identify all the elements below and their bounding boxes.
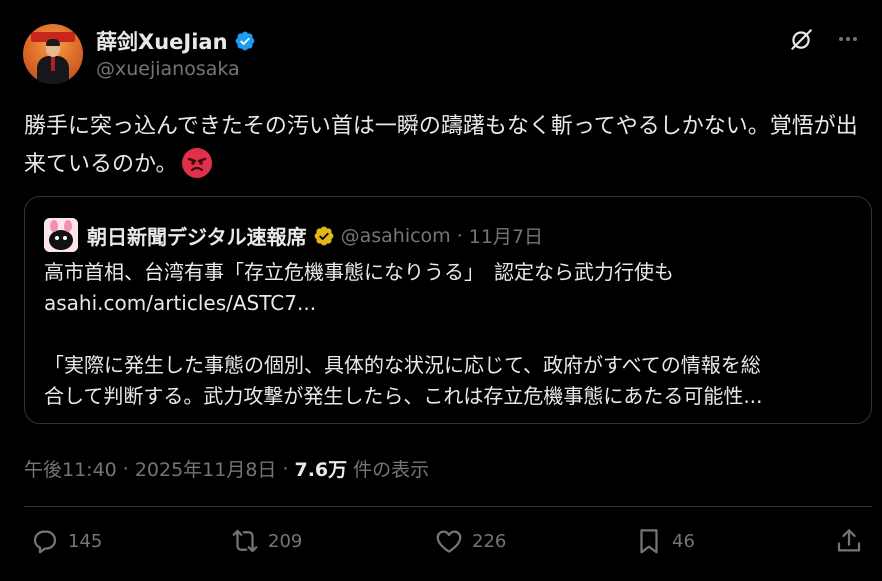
quoted-author-name[interactable]: 朝日新聞デジタル速報席	[87, 221, 307, 250]
more-icon[interactable]	[836, 27, 860, 51]
bookmark-button[interactable]: 46	[634, 526, 695, 556]
bookmark-count: 46	[672, 530, 695, 552]
author-handle[interactable]: @xuejianosaka	[96, 58, 240, 80]
angry-face-emoji-icon	[181, 148, 212, 178]
reply-count: 145	[68, 530, 103, 552]
share-button[interactable]	[834, 526, 864, 556]
quoted-post-header: 朝日新聞デジタル速報席 @asahicom · 11月7日	[87, 221, 543, 250]
post-body: 勝手に突っ込んできたその汚い首は一瞬の躊躇もなく斬ってやるしかない。覚悟が出来て…	[24, 108, 870, 184]
share-icon	[837, 529, 861, 552]
verified-org-badge-icon[interactable]	[313, 225, 335, 247]
repost-button[interactable]: 209	[230, 526, 302, 556]
view-count-label: 件の表示	[353, 459, 430, 481]
avatar-tie	[51, 57, 55, 71]
avatar-hair	[46, 39, 60, 46]
post-actions-bar: 145 209 226 46	[30, 526, 870, 562]
bookmark-icon	[640, 529, 658, 554]
quoted-spacer	[44, 319, 864, 350]
repost-count: 209	[268, 530, 303, 552]
quoted-date[interactable]: 11月7日	[469, 222, 543, 249]
meta-separator: ·	[122, 457, 129, 480]
quoted-author-handle[interactable]: @asahicom	[341, 225, 451, 247]
reply-button[interactable]: 145	[30, 526, 102, 556]
post-date[interactable]: 2025年11月8日	[135, 455, 277, 482]
quoted-post-body: 高市首相、台湾有事「存立危機事態になりうる」 認定なら武力行使も asahi.c…	[44, 257, 864, 412]
reply-icon	[33, 530, 57, 554]
post-metadata: 午後11:40 · 2025年11月8日 · 7.6万 件の表示	[24, 455, 429, 482]
quoted-post[interactable]: 朝日新聞デジタル速報席 @asahicom · 11月7日 高市首相、台湾有事「…	[24, 196, 872, 424]
quoted-excerpt-line-2: 合して判断する。武力攻撃が発生したら、これは存立危機事態にあたる可能性...	[44, 384, 763, 408]
quoted-excerpt-line-1: 「実際に発生した事態の個別、具体的な状況に応じて、政府がすべての情報を総	[44, 353, 761, 377]
quoted-author-avatar[interactable]	[44, 218, 78, 252]
post-top-actions	[788, 26, 860, 52]
grok-icon[interactable]	[788, 26, 814, 52]
actions-divider	[24, 506, 872, 507]
quoted-separator: ·	[456, 224, 463, 247]
author-name-row: 薛剑XueJian	[96, 26, 256, 56]
quoted-link[interactable]: asahi.com/articles/ASTC7...	[44, 288, 864, 319]
like-icon	[436, 530, 462, 553]
post-text: 勝手に突っ込んできたその汚い首は一瞬の躊躇もなく斬ってやるしかない。覚悟が出来て…	[24, 114, 858, 177]
quoted-headline: 高市首相、台湾有事「存立危機事態になりうる」 認定なら武力行使も	[44, 260, 674, 284]
post-time[interactable]: 午後11:40	[24, 455, 117, 482]
verified-badge-icon[interactable]	[234, 30, 256, 52]
view-count[interactable]: 7.6万	[294, 455, 347, 482]
repost-icon	[232, 529, 258, 553]
meta-separator: ·	[282, 457, 289, 480]
like-button[interactable]: 226	[434, 526, 506, 556]
author-display-name[interactable]: 薛剑XueJian	[96, 26, 228, 56]
author-avatar[interactable]	[23, 24, 83, 84]
like-count: 226	[472, 530, 507, 552]
